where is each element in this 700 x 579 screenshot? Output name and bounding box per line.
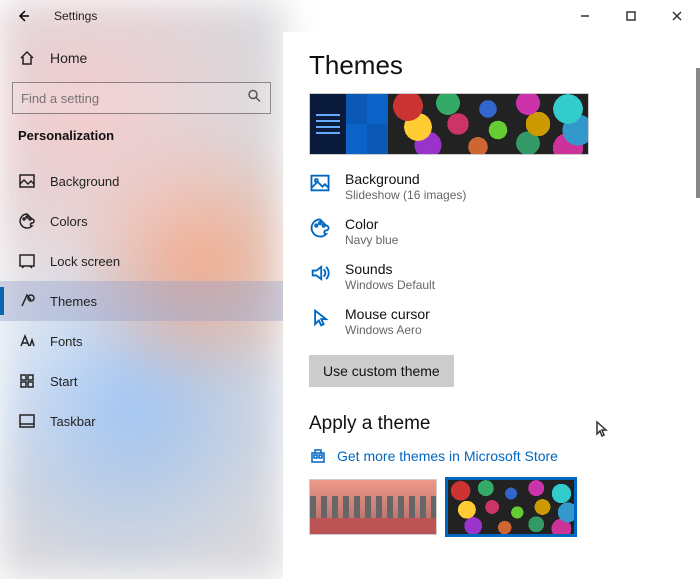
nav-label: Lock screen [50, 254, 120, 269]
scrollbar-thumb[interactable] [696, 68, 700, 198]
nav-label: Themes [50, 294, 97, 309]
nav-label: Start [50, 374, 77, 389]
titlebar: Settings [0, 0, 700, 32]
setting-value: Windows Aero [345, 323, 430, 337]
theme-card[interactable] [309, 479, 437, 535]
mouse-cursor-icon [594, 420, 610, 443]
store-link-label: Get more themes in Microsoft Store [337, 448, 558, 464]
back-button[interactable] [0, 0, 46, 32]
close-button[interactable] [654, 0, 700, 32]
start-icon [18, 372, 36, 390]
setting-title: Background [345, 171, 466, 187]
cursor-icon [309, 307, 331, 329]
setting-title: Sounds [345, 261, 435, 277]
home-link[interactable]: Home [0, 40, 283, 76]
setting-value: Navy blue [345, 233, 398, 247]
store-icon [309, 447, 327, 465]
category-label: Personalization [0, 124, 283, 153]
arrow-left-icon [15, 8, 31, 24]
sidebar: Home Personalization Background Colors L… [0, 32, 283, 579]
maximize-icon [626, 11, 636, 21]
nav-fonts[interactable]: Fonts [0, 321, 283, 361]
nav-taskbar[interactable]: Taskbar [0, 401, 283, 441]
use-custom-theme-button[interactable]: Use custom theme [309, 355, 454, 387]
store-link[interactable]: Get more themes in Microsoft Store [309, 447, 700, 465]
nav-label: Fonts [50, 334, 83, 349]
nav-background[interactable]: Background [0, 161, 283, 201]
theme-preview[interactable] [309, 93, 589, 155]
nav-label: Colors [50, 214, 88, 229]
home-label: Home [50, 50, 87, 66]
window-title: Settings [54, 9, 97, 23]
setting-sounds[interactable]: Sounds Windows Default [309, 261, 700, 292]
nav-lock-screen[interactable]: Lock screen [0, 241, 283, 281]
nav-list: Background Colors Lock screen Themes Fon… [0, 161, 283, 441]
setting-value: Windows Default [345, 278, 435, 292]
picture-icon [309, 172, 331, 194]
themes-icon [18, 292, 36, 310]
home-icon [18, 49, 36, 67]
setting-value: Slideshow (16 images) [345, 188, 466, 202]
setting-color[interactable]: Color Navy blue [309, 216, 700, 247]
minimize-icon [580, 11, 590, 21]
setting-background[interactable]: Background Slideshow (16 images) [309, 171, 700, 202]
setting-title: Color [345, 216, 398, 232]
nav-label: Background [50, 174, 119, 189]
nav-label: Taskbar [50, 414, 96, 429]
search-icon [247, 89, 261, 108]
taskbar-icon [18, 412, 36, 430]
maximize-button[interactable] [608, 0, 654, 32]
nav-start[interactable]: Start [0, 361, 283, 401]
palette-icon [309, 217, 331, 239]
setting-title: Mouse cursor [345, 306, 430, 322]
speaker-icon [309, 262, 331, 284]
close-icon [672, 11, 682, 21]
lock-screen-icon [18, 252, 36, 270]
setting-cursor[interactable]: Mouse cursor Windows Aero [309, 306, 700, 337]
page-title: Themes [309, 50, 700, 81]
palette-icon [18, 212, 36, 230]
minimize-button[interactable] [562, 0, 608, 32]
nav-colors[interactable]: Colors [0, 201, 283, 241]
search-input[interactable] [12, 82, 271, 114]
picture-icon [18, 172, 36, 190]
theme-card-selected[interactable] [447, 479, 575, 535]
fonts-icon [18, 332, 36, 350]
content-pane: Themes Background Slideshow (16 images) … [283, 32, 700, 579]
nav-themes[interactable]: Themes [0, 281, 283, 321]
apply-heading: Apply a theme [309, 413, 700, 435]
